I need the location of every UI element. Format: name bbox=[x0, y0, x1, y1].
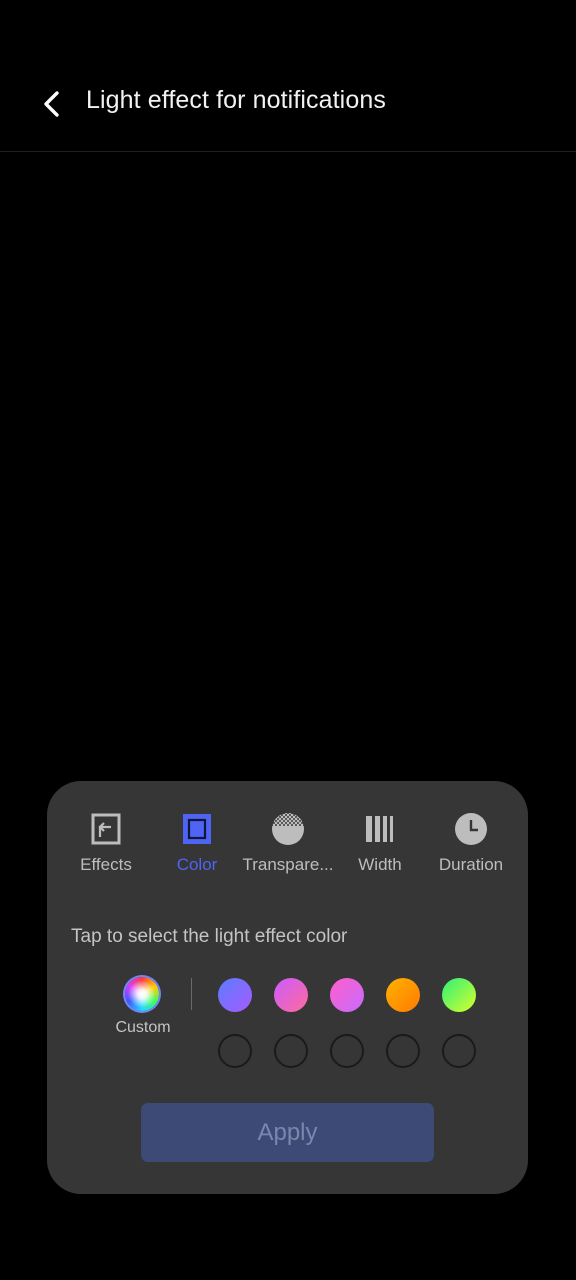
screen: Light effect for notifications Effects C… bbox=[0, 0, 576, 1280]
empty-color-slot-2[interactable] bbox=[274, 1034, 308, 1068]
empty-color-slot-1[interactable] bbox=[218, 1034, 252, 1068]
tab-transparency-label: Transpare... bbox=[242, 855, 334, 874]
custom-color-button[interactable]: Custom bbox=[107, 977, 179, 1047]
color-swatch-5[interactable] bbox=[442, 978, 476, 1012]
empty-color-slot-3[interactable] bbox=[330, 1034, 364, 1068]
color-swatch-3[interactable] bbox=[330, 978, 364, 1012]
custom-label: Custom bbox=[115, 1019, 171, 1036]
tab-effects-label: Effects bbox=[80, 855, 132, 874]
tab-bar: Effects Color Transpare... Width Duratio… bbox=[47, 811, 528, 881]
back-arrow-icon bbox=[44, 91, 59, 117]
tab-width[interactable]: Width bbox=[330, 811, 430, 881]
effects-icon bbox=[88, 811, 124, 847]
tab-color-label: Color bbox=[176, 855, 218, 874]
color-swatch-4[interactable] bbox=[386, 978, 420, 1012]
clock-icon bbox=[453, 811, 489, 847]
tab-transparency[interactable]: Transpare... bbox=[238, 811, 338, 881]
color-wheel-icon bbox=[125, 977, 159, 1011]
color-swatch-2[interactable] bbox=[274, 978, 308, 1012]
tab-duration-label: Duration bbox=[438, 855, 504, 874]
color-swatch-1[interactable] bbox=[218, 978, 252, 1012]
empty-color-slot-5[interactable] bbox=[442, 1034, 476, 1068]
tab-width-label: Width bbox=[358, 855, 402, 874]
instruction-text: Tap to select the light effect color bbox=[71, 926, 348, 947]
app-bar: Light effect for notifications bbox=[0, 0, 576, 152]
divider bbox=[191, 978, 192, 1010]
back-button[interactable] bbox=[32, 84, 72, 124]
page-title: Light effect for notifications bbox=[86, 86, 386, 114]
transparency-icon bbox=[270, 811, 306, 847]
empty-color-slot-4[interactable] bbox=[386, 1034, 420, 1068]
color-frame-icon bbox=[179, 811, 215, 847]
tab-duration[interactable]: Duration bbox=[421, 811, 521, 881]
apply-button[interactable]: Apply bbox=[141, 1103, 434, 1162]
tab-color[interactable]: Color bbox=[147, 811, 247, 881]
width-bars-icon bbox=[362, 811, 398, 847]
light-effect-panel: Effects Color Transpare... Width Duratio… bbox=[47, 781, 528, 1194]
tab-effects[interactable]: Effects bbox=[56, 811, 156, 881]
